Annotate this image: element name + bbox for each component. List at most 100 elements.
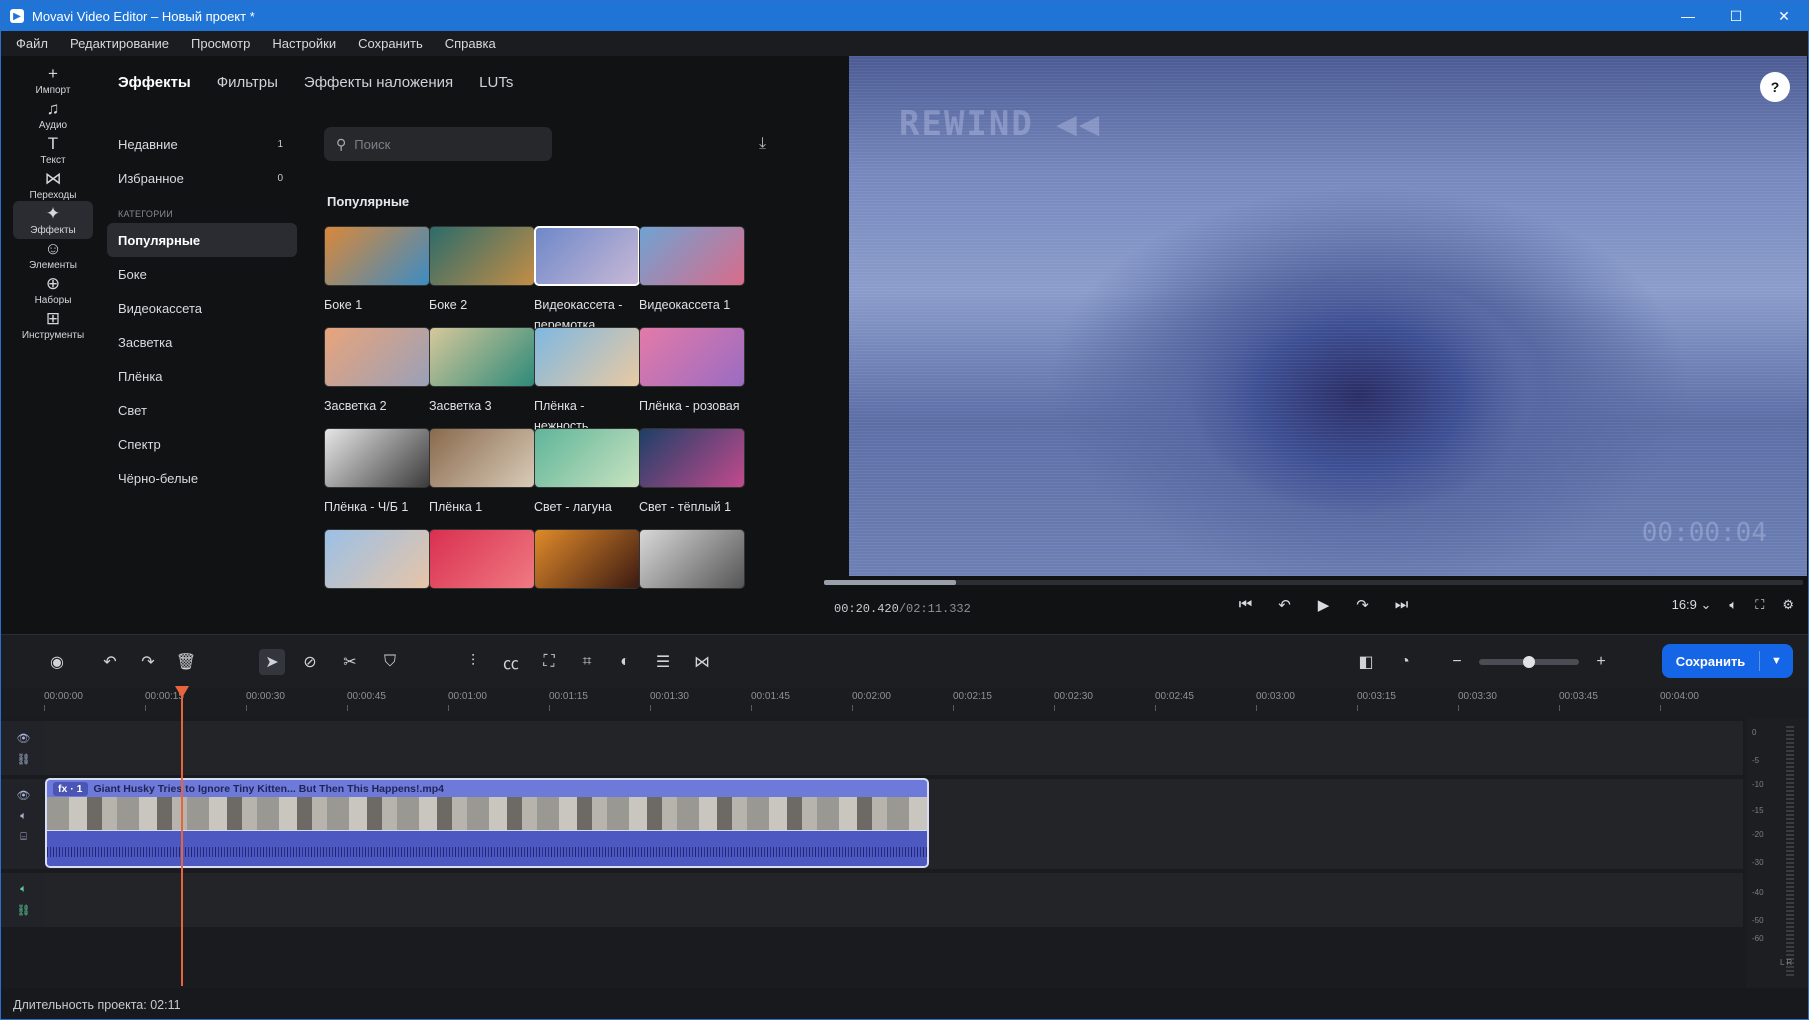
search-input[interactable]: ⚲ Поиск bbox=[324, 127, 552, 161]
effect-thumbnail[interactable] bbox=[639, 327, 745, 387]
menu-edit[interactable]: Редактирование bbox=[70, 36, 169, 51]
category-vhs[interactable]: Видеокассета bbox=[107, 291, 297, 325]
category-bokeh[interactable]: Боке bbox=[107, 257, 297, 291]
effect-card[interactable]: Плёнка - нежность bbox=[534, 327, 642, 436]
category-film[interactable]: Плёнка bbox=[107, 359, 297, 393]
transition-wizard-icon[interactable]: ⋈ bbox=[689, 649, 715, 675]
effect-thumbnail[interactable] bbox=[534, 327, 640, 387]
aspect-ratio-select[interactable]: 16:9 ⌄ bbox=[1654, 597, 1712, 613]
effect-thumbnail[interactable] bbox=[639, 529, 745, 589]
timeline-ruler[interactable]: 00:00:00 00:00:15 00:00:30 00:00:45 00:01:00… bbox=[1, 688, 1808, 718]
select-cursor-icon[interactable]: ➤ bbox=[259, 649, 285, 675]
color-adjust-icon[interactable]: ◐ bbox=[612, 649, 638, 675]
zoom-slider[interactable] bbox=[1479, 656, 1579, 668]
link-icon[interactable]: ⛓ bbox=[1, 753, 46, 766]
step-back-icon[interactable]: ↶ bbox=[1265, 596, 1304, 614]
video-clip[interactable]: fx · 1 Giant Husky Tries to Ignore Tiny K… bbox=[45, 778, 929, 868]
tool-text[interactable]: T Текст bbox=[13, 131, 93, 169]
zoom-knob[interactable] bbox=[1523, 656, 1535, 668]
unlink-icon[interactable]: ⛓ bbox=[1, 904, 46, 917]
overlay-track[interactable] bbox=[46, 721, 1743, 775]
volume-icon[interactable]: 🔈︎ bbox=[1729, 597, 1737, 613]
effect-card[interactable]: Плёнка 1 bbox=[429, 428, 537, 517]
play-icon[interactable]: ▶ bbox=[1304, 596, 1343, 614]
record-icon[interactable]: ◉ bbox=[44, 649, 70, 675]
chevron-down-icon[interactable]: ▼ bbox=[1760, 655, 1793, 667]
effect-card[interactable]: Боке 1 bbox=[324, 226, 432, 315]
audio-track[interactable] bbox=[46, 873, 1743, 927]
effect-card[interactable] bbox=[429, 529, 537, 598]
effect-card[interactable]: Плёнка - розовая bbox=[639, 327, 747, 416]
effect-thumbnail[interactable] bbox=[534, 428, 640, 488]
voiceover-icon[interactable]: ◧ bbox=[1353, 649, 1379, 675]
lock-icon[interactable]: ⌸ bbox=[1, 831, 46, 844]
eye-icon[interactable]: 👁︎ bbox=[1, 789, 46, 802]
minimize-icon[interactable]: — bbox=[1664, 1, 1712, 31]
color-picker-icon[interactable]: ◔ bbox=[1392, 649, 1418, 675]
effect-card[interactable] bbox=[639, 529, 747, 598]
effect-card[interactable]: Видеокассета 1 bbox=[639, 226, 747, 315]
speaker-icon[interactable]: 🔈︎ bbox=[1, 883, 46, 896]
effect-thumbnail[interactable] bbox=[429, 327, 535, 387]
redo-icon[interactable]: ↷ bbox=[135, 649, 161, 675]
effect-thumbnail[interactable] bbox=[534, 226, 640, 286]
skip-end-icon[interactable]: ⏭ bbox=[1382, 596, 1421, 614]
tool-import[interactable]: + Импорт bbox=[13, 61, 93, 99]
effect-thumbnail[interactable] bbox=[324, 529, 430, 589]
effect-card[interactable]: Засветка 2 bbox=[324, 327, 432, 416]
playhead-handle[interactable] bbox=[175, 686, 189, 698]
category-favorites[interactable]: Избранное 0 bbox=[107, 161, 297, 195]
scissors-icon[interactable]: ✂ bbox=[337, 649, 363, 675]
effect-thumbnail[interactable] bbox=[534, 529, 640, 589]
category-spectrum[interactable]: Спектр bbox=[107, 427, 297, 461]
marker-icon[interactable]: ⛉ bbox=[377, 649, 403, 675]
effect-thumbnail[interactable] bbox=[429, 529, 535, 589]
tool-audio[interactable]: ♫ Аудио bbox=[13, 96, 93, 134]
zoom-out-icon[interactable]: − bbox=[1444, 649, 1470, 675]
preview-progress-bar[interactable] bbox=[824, 580, 1803, 585]
menu-help[interactable]: Справка bbox=[445, 36, 496, 51]
tab-effects[interactable]: Эффекты bbox=[118, 74, 191, 91]
tab-luts[interactable]: LUTs bbox=[479, 74, 513, 91]
menu-file[interactable]: Файл bbox=[16, 36, 48, 51]
effect-thumbnail[interactable] bbox=[429, 428, 535, 488]
effect-card[interactable] bbox=[534, 529, 642, 598]
tab-filters[interactable]: Фильтры bbox=[217, 74, 278, 91]
effect-thumbnail[interactable] bbox=[429, 226, 535, 286]
effect-card[interactable]: Свет - лагуна bbox=[534, 428, 642, 517]
crop-icon[interactable]: ⌗ bbox=[574, 649, 600, 675]
maximize-icon[interactable]: ☐ bbox=[1712, 1, 1760, 31]
tool-transitions[interactable]: ⋈ Переходы bbox=[13, 166, 93, 204]
captions-icon[interactable]: ㏄ bbox=[498, 649, 524, 675]
tool-packs[interactable]: ⊕ Наборы bbox=[13, 271, 93, 309]
effect-card[interactable]: Засветка 3 bbox=[429, 327, 537, 416]
settings-gear-icon[interactable]: ⚙ bbox=[1782, 597, 1794, 613]
effect-card[interactable]: Видеокассета - перемотка bbox=[534, 226, 642, 335]
stabilize-icon[interactable]: ⛶ bbox=[536, 649, 562, 675]
category-light[interactable]: Свет bbox=[107, 393, 297, 427]
tool-instruments[interactable]: ⊞ Инструменты bbox=[13, 306, 93, 344]
close-icon[interactable]: ✕ bbox=[1760, 1, 1808, 31]
fullscreen-icon[interactable]: ⛶ bbox=[1755, 597, 1764, 613]
delete-icon[interactable]: 🗑︎ bbox=[173, 649, 199, 675]
effect-card[interactable]: Свет - тёплый 1 bbox=[639, 428, 747, 517]
tool-elements[interactable]: ☺ Элементы bbox=[13, 236, 93, 274]
sliders-icon[interactable]: ☰ bbox=[650, 649, 676, 675]
fx-badge[interactable]: fx · 1 bbox=[53, 781, 88, 796]
step-forward-icon[interactable]: ↷ bbox=[1343, 596, 1382, 614]
effect-card[interactable]: Плёнка - Ч/Б 1 bbox=[324, 428, 432, 517]
menu-save[interactable]: Сохранить bbox=[358, 36, 423, 51]
effect-card[interactable]: Боке 2 bbox=[429, 226, 537, 315]
tab-overlay-effects[interactable]: Эффекты наложения bbox=[304, 74, 453, 91]
help-button[interactable]: ? bbox=[1760, 72, 1790, 102]
menu-view[interactable]: Просмотр bbox=[191, 36, 250, 51]
undo-icon[interactable]: ↶ bbox=[97, 649, 123, 675]
effect-thumbnail[interactable] bbox=[324, 226, 430, 286]
speaker-icon[interactable]: 🔈︎ bbox=[1, 810, 46, 823]
category-popular[interactable]: Популярные bbox=[107, 223, 297, 257]
menu-settings[interactable]: Настройки bbox=[272, 36, 336, 51]
save-button[interactable]: Сохранить ▼ bbox=[1662, 644, 1793, 678]
category-recent[interactable]: Недавние 1 bbox=[107, 127, 297, 161]
effect-card[interactable] bbox=[324, 529, 432, 598]
category-light-leak[interactable]: Засветка bbox=[107, 325, 297, 359]
